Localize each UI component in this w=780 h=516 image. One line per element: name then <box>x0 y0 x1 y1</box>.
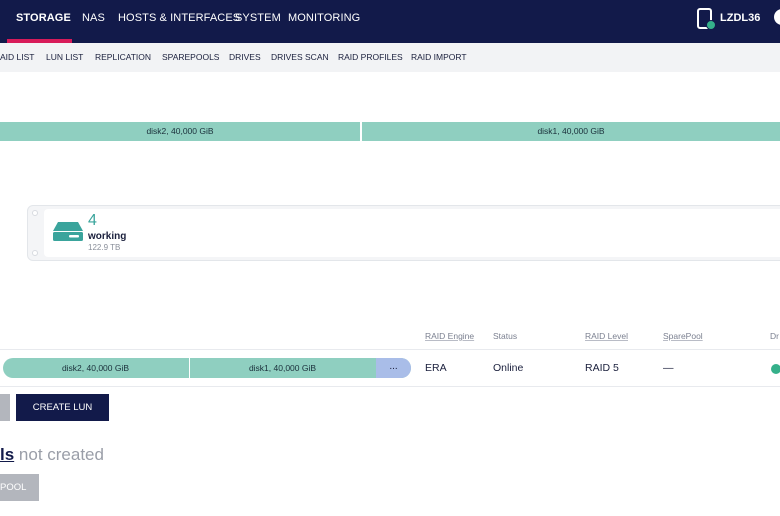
subnav-raid-list[interactable]: AID LIST <box>0 43 34 72</box>
pools-not-created-message: ls not created <box>0 445 104 465</box>
row-divider <box>0 349 780 350</box>
status-ok-icon <box>771 364 780 374</box>
raid-engine-value: ERA <box>425 362 447 374</box>
host-name[interactable]: LZDL36 <box>720 0 760 36</box>
top-navigation: STORAGE NAS HOSTS & INTERFACES SYSTEM MO… <box>0 0 780 43</box>
column-sparepool[interactable]: SparePool <box>663 331 703 341</box>
pool-status: working <box>88 231 127 242</box>
create-lun-button[interactable]: CREATE LUN <box>16 394 109 421</box>
check-icon <box>706 20 716 30</box>
avatar[interactable] <box>774 9 780 25</box>
subnav-drives-scan[interactable]: DRIVES SCAN <box>271 43 329 72</box>
subnav-lun-list[interactable]: LUN LIST <box>46 43 83 72</box>
disk-segment[interactable]: disk2, 40,000 GiB <box>0 122 360 141</box>
disk-overview-bar: disk2, 40,000 GiB disk1, 40,000 GiB <box>0 122 780 141</box>
nav-monitoring[interactable]: MONITORING <box>288 0 360 43</box>
nav-hosts-interfaces[interactable]: HOSTS & INTERFACES <box>118 0 240 43</box>
nav-storage[interactable]: STORAGE <box>16 0 71 43</box>
card-dot <box>32 250 38 256</box>
subnav-raid-import[interactable]: RAID IMPORT <box>411 43 467 72</box>
subnav-sparepools[interactable]: SPAREPOOLS <box>162 43 219 72</box>
disk-segment[interactable]: disk1, 40,000 GiB <box>362 122 780 141</box>
pool-card[interactable] <box>27 205 780 261</box>
sparepool-value: — <box>663 362 674 374</box>
raid-level-value: RAID 5 <box>585 362 619 374</box>
pool-card-body <box>44 209 780 257</box>
subnav-replication[interactable]: REPLICATION <box>95 43 151 72</box>
card-dot <box>32 210 38 216</box>
secondary-button[interactable] <box>0 394 10 421</box>
sub-navigation: AID LIST LUN LIST REPLICATION SPAREPOOLS… <box>0 43 780 72</box>
nav-system[interactable]: SYSTEM <box>235 0 281 43</box>
column-raid-engine[interactable]: RAID Engine <box>425 331 474 341</box>
subnav-drives[interactable]: DRIVES <box>229 43 261 72</box>
nav-nas[interactable]: NAS <box>82 0 105 43</box>
drive-icon <box>53 222 83 241</box>
more-disks-button[interactable]: ... <box>376 358 411 378</box>
pool-size: 122.9 TB <box>88 243 121 252</box>
pool-drive-count: 4 <box>88 212 97 229</box>
not-created-text: not created <box>14 445 104 464</box>
column-raid-level[interactable]: RAID Level <box>585 331 628 341</box>
create-pool-button[interactable]: POOL <box>0 474 39 501</box>
column-drives: Dr <box>770 331 779 341</box>
status-value: Online <box>493 362 524 374</box>
column-status: Status <box>493 331 518 341</box>
raid-disk-bar: disk2, 40,000 GiB disk1, 40,000 GiB ... <box>3 358 411 378</box>
disk-segment[interactable]: disk2, 40,000 GiB <box>3 358 188 378</box>
pools-link[interactable]: ls <box>0 445 14 464</box>
subnav-raid-profiles[interactable]: RAID PROFILES <box>338 43 403 72</box>
disk-segment[interactable]: disk1, 40,000 GiB <box>189 358 375 378</box>
row-divider <box>0 386 780 387</box>
